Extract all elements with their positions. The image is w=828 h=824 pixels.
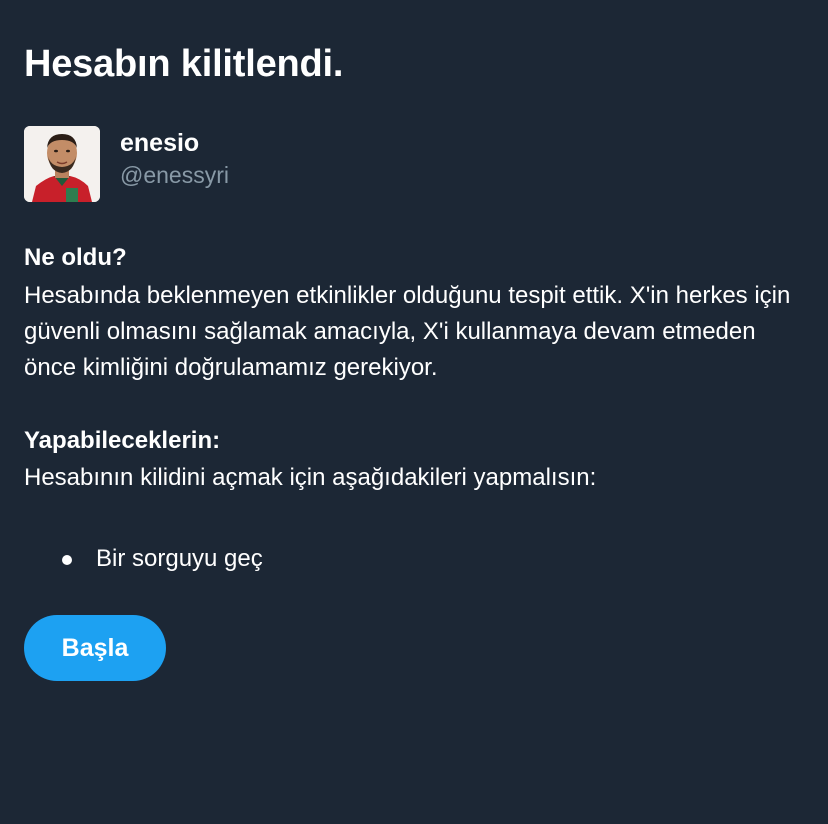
user-handle: @enessyri [120,162,229,188]
what-happened-text: Hesabında beklenmeyen etkinlikler olduğu… [24,282,791,381]
start-button[interactable]: Başla [24,615,166,681]
user-avatar-photo-icon [24,126,100,202]
account-names: enesio @enessyri [120,126,229,192]
steps-list: Bir sorguyu geç [24,541,804,577]
list-item: Bir sorguyu geç [62,541,804,577]
locked-account-page: Hesabın kilitlendi. enesio @enessyri Ne … [0,0,828,824]
what-you-can-do-text: Hesabının kilidini açmak için aşağıdakil… [24,464,597,491]
bullet-icon [62,555,72,565]
display-name: enesio [120,129,200,157]
avatar [24,126,100,202]
page-title: Hesabın kilitlendi. [24,43,344,85]
what-you-can-do-heading: Yapabileceklerin: [24,427,221,454]
step-label: Bir sorguyu geç [96,545,263,572]
account-info: enesio @enessyri [24,126,804,202]
what-happened-heading: Ne oldu? [24,244,127,271]
